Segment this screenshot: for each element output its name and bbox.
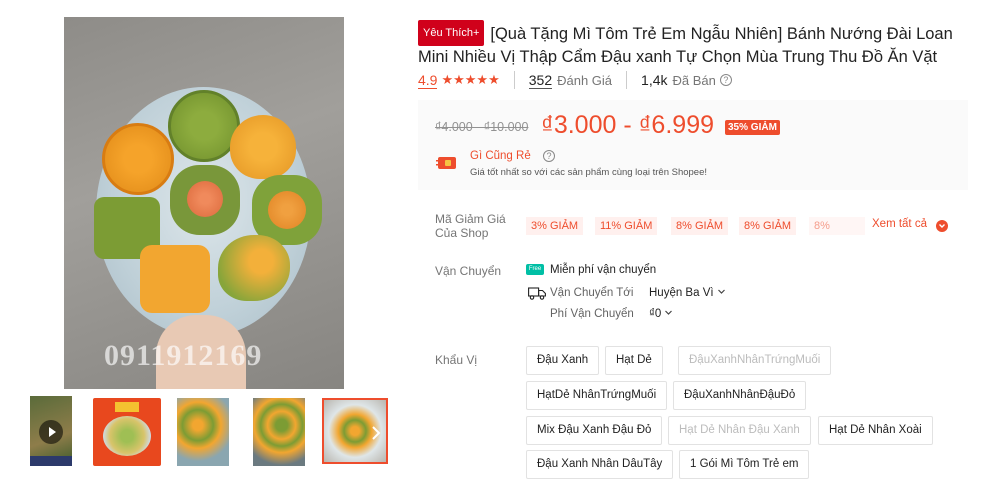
play-icon xyxy=(39,420,63,444)
flavor-option[interactable]: ĐậuXanhNhânTrứngMuối xyxy=(678,346,832,375)
voucher-label: Mã Giảm Giá Của Shop xyxy=(435,212,506,240)
cake-orange xyxy=(102,123,174,195)
flavor-option[interactable]: Hạt Dẻ Nhân Đậu Xanh xyxy=(668,416,811,445)
original-price: ₫4.000 - ₫10.000 xyxy=(435,120,529,134)
free-shipping-icon: Free xyxy=(526,264,544,275)
flavor-label: Khẩu Vị xyxy=(435,353,478,367)
cheap-deal-title[interactable]: Gì Cũng Rẻ xyxy=(470,150,531,162)
see-all-vouchers-link[interactable]: Xem tất cả xyxy=(872,218,927,230)
truck-icon xyxy=(528,287,546,300)
shipping-fee-label: Phí Vận Chuyển xyxy=(550,308,634,320)
rating-row: 4.9 ★★★★★ 352 Đánh Giá 1,4k Đã Bán ? xyxy=(418,70,732,90)
product-title: Yêu Thích+ [Quà Tặng Mì Tôm Trẻ Em Ngẫu N… xyxy=(418,20,978,68)
thumb-cakes-2[interactable] xyxy=(253,398,305,466)
shipping-to-label: Vận Chuyển Tới xyxy=(550,287,634,299)
product-title-text: [Quà Tặng Mì Tôm Trẻ Em Ngẫu Nhiên] Bánh… xyxy=(418,25,953,66)
cake-flower-center xyxy=(268,191,306,229)
chevron-down-icon xyxy=(664,308,673,319)
help-icon[interactable]: ? xyxy=(719,74,732,86)
watermark-text: 0911912169 xyxy=(104,339,263,372)
discount-badge: 35% GIẢM xyxy=(725,120,780,135)
flavor-option[interactable]: Mix Đậu Xanh Đậu Đỏ xyxy=(526,416,663,445)
thumb-cakes-1[interactable] xyxy=(177,398,229,466)
favorite-badge: Yêu Thích+ xyxy=(418,20,485,46)
thumb-next-arrow[interactable] xyxy=(370,424,382,442)
voucher-chip[interactable]: 8% GIẢM xyxy=(671,217,729,235)
shipping-label: Vận Chuyển xyxy=(435,264,502,278)
flavor-option[interactable]: Hạt Dẻ xyxy=(605,346,663,375)
review-count[interactable]: 352 xyxy=(528,72,553,89)
shipping-destination-select[interactable]: Huyện Ba Vì xyxy=(649,287,726,299)
flavor-option[interactable]: Đậu Xanh xyxy=(526,346,600,375)
thumb-poster[interactable] xyxy=(93,398,161,466)
divider xyxy=(513,71,515,89)
product-page: 0911912169 Yêu Thích+ [Quà Tặng Mì Tôm Tr… xyxy=(0,0,1000,484)
main-product-image[interactable]: 0911912169 xyxy=(64,17,344,389)
chevron-down-icon xyxy=(717,287,726,298)
thumb-video[interactable] xyxy=(30,396,72,466)
video-caption-bar xyxy=(30,456,72,466)
voucher-chip[interactable]: 3% GIẢM xyxy=(526,217,584,235)
flavor-option[interactable]: Hạt Dẻ Nhân Xoài xyxy=(818,416,933,445)
voucher-chip[interactable]: 11% GIẢM xyxy=(595,217,658,235)
cake-orange-square xyxy=(140,245,210,313)
help-icon[interactable]: ? xyxy=(543,150,555,162)
cheap-deal-subtitle: Giá tốt nhất so với các sản phẩm cùng lo… xyxy=(470,167,708,178)
flavor-option[interactable]: HạtDẻ NhânTrứngMuối xyxy=(526,381,668,410)
review-label: Đánh Giá xyxy=(557,72,613,88)
flavor-option[interactable]: Đậu Xanh Nhân DâuTây xyxy=(526,450,674,479)
shipping-destination-value: Huyện Ba Vì xyxy=(649,287,714,299)
product-title-block: Yêu Thích+ [Quà Tặng Mì Tôm Trẻ Em Ngẫu N… xyxy=(418,20,978,68)
chevron-down-icon[interactable] xyxy=(936,220,948,232)
shipping-fee-select[interactable]: ₫0 xyxy=(649,308,673,320)
flavor-option[interactable]: 1 Gói Mì Tôm Trẻ em xyxy=(679,450,810,479)
shipping-fee-value: ₫0 xyxy=(649,308,662,320)
voucher-chip[interactable]: 8% GIẢM xyxy=(809,217,865,235)
cake-green-shell xyxy=(218,235,290,301)
voucher-chip[interactable]: 8% GIẢM xyxy=(739,217,797,235)
cake-orange-shell xyxy=(230,115,296,179)
star-rating-icon: ★★★★★ xyxy=(441,72,500,87)
divider xyxy=(626,71,628,89)
sold-label: Đã Bán xyxy=(672,72,716,88)
free-shipping-text: Miễn phí vận chuyển xyxy=(550,264,657,276)
rating-value[interactable]: 4.9 xyxy=(418,72,438,89)
price-section: ₫4.000 - ₫10.000 ₫3.000 - ₫6.999 35% GIẢ… xyxy=(418,100,968,190)
sold-count: 1,4k xyxy=(641,72,668,88)
poster-plate-icon xyxy=(103,416,151,456)
flavor-option[interactable]: ĐậuXanhNhânĐậuĐỏ xyxy=(673,381,807,410)
cake-rose-center xyxy=(187,181,223,217)
current-price: ₫3.000 - ₫6.999 xyxy=(541,111,714,139)
poster-logo-icon xyxy=(115,402,139,412)
cheap-deal-icon xyxy=(436,157,456,169)
